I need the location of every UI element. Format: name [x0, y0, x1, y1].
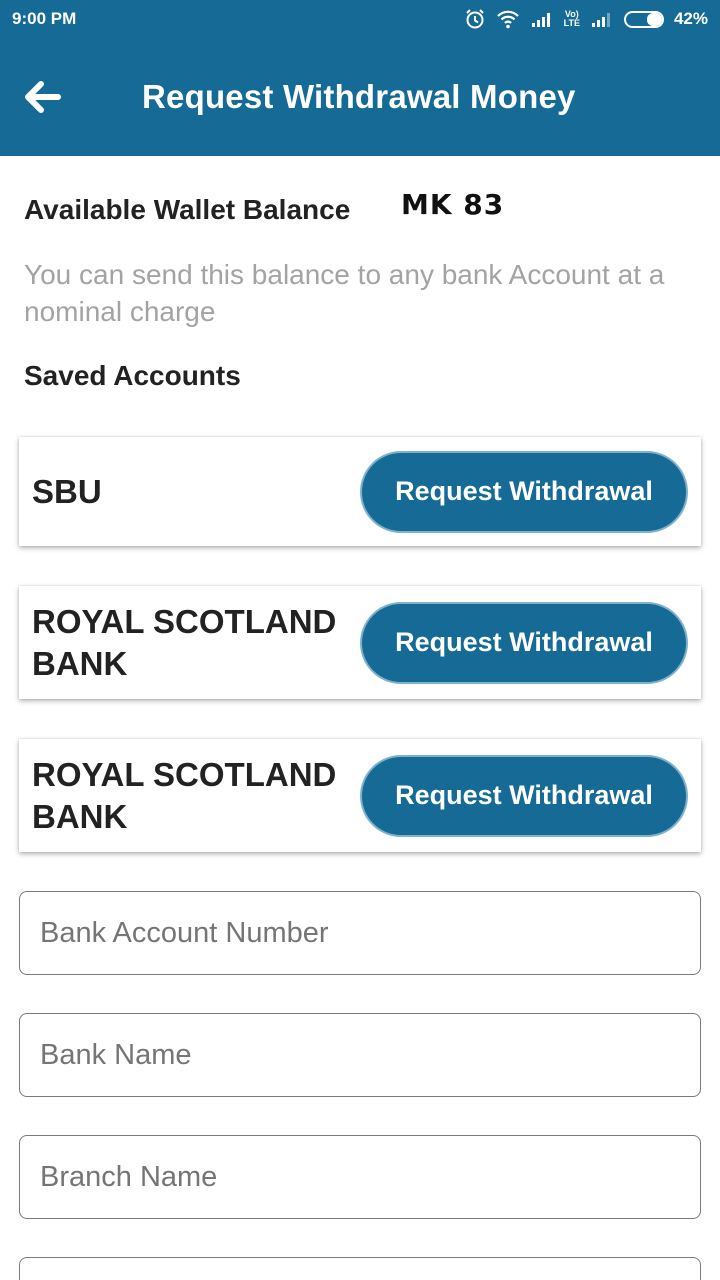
- saved-accounts-title: Saved Accounts: [24, 360, 241, 391]
- signal-icon: [530, 10, 554, 28]
- status-icons: Vo) LTE 42%: [464, 8, 708, 30]
- next-form-input[interactable]: [19, 1257, 701, 1280]
- battery-icon: [623, 10, 664, 28]
- account-bank-name: SBU: [32, 472, 102, 510]
- bank-name-input[interactable]: [19, 1013, 701, 1097]
- request-withdrawal-button[interactable]: Request Withdrawal: [360, 450, 688, 533]
- bank-account-number-input[interactable]: [19, 891, 701, 975]
- branch-name-input[interactable]: [19, 1135, 701, 1219]
- app-bar: Request Withdrawal Money: [0, 38, 720, 156]
- status-bar: 9:00 PM Vo) LTE 42%: [0, 0, 720, 38]
- wallet-balance-row: Available Wallet Balance MK 83: [24, 188, 704, 232]
- status-time: 9:00 PM: [12, 9, 77, 28]
- arrow-left-icon: [25, 81, 61, 113]
- alarm-icon: [464, 8, 486, 30]
- page-title: Request Withdrawal Money: [142, 78, 576, 115]
- back-button[interactable]: [2, 38, 82, 156]
- wifi-icon: [496, 9, 520, 29]
- saved-account-card: SBU Request Withdrawal: [19, 437, 701, 546]
- wallet-balance-value: MK 83: [401, 188, 505, 221]
- account-bank-name: ROYAL SCOTLAND BANK: [32, 755, 337, 835]
- signal-icon: [590, 10, 614, 28]
- account-bank-name: ROYAL SCOTLAND BANK: [32, 602, 337, 682]
- request-withdrawal-button[interactable]: Request Withdrawal: [360, 754, 688, 837]
- saved-account-card: ROYAL SCOTLAND BANK Request Withdrawal: [19, 586, 701, 699]
- battery-percent: 42%: [673, 9, 708, 28]
- wallet-balance-label: Available Wallet Balance: [24, 194, 351, 225]
- balance-info-text: You can send this balance to any bank Ac…: [24, 259, 665, 327]
- request-withdrawal-button[interactable]: Request Withdrawal: [360, 601, 688, 684]
- volte-icon: Vo) LTE: [563, 9, 580, 28]
- saved-account-card: ROYAL SCOTLAND BANK Request Withdrawal: [19, 739, 701, 852]
